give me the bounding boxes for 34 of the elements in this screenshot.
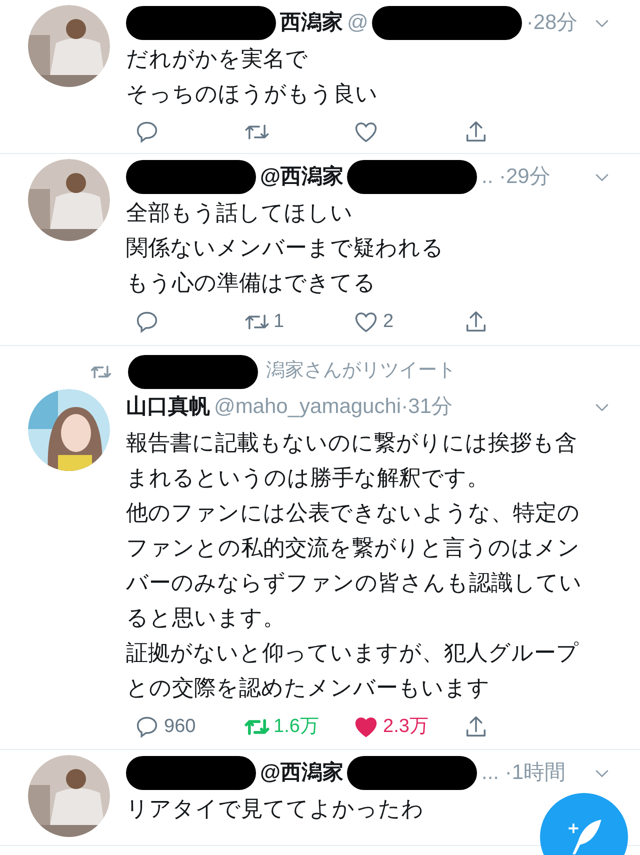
tweet-text: 報告書に記載もないのに繋がりには挨拶も含 (126, 428, 578, 456)
tweet-text: ファンとの私的交流を繋がりと言うのはメン (126, 534, 581, 562)
display-name[interactable]: 西潟家 (280, 7, 343, 39)
tweet-text: まれるというのは勝手な解釈です。 (126, 464, 490, 492)
handle-time: @maho_yamaguchi·31分 (214, 394, 452, 420)
reply-button[interactable] (134, 119, 160, 145)
tweet-text: リアタイで見ててよかったわ (126, 795, 425, 823)
handle-time: .. ·29分 (481, 164, 550, 190)
retweet-count: 1 (274, 310, 284, 334)
handle-time: @ (347, 10, 368, 36)
reply-icon (134, 119, 160, 145)
tweet-text: だれがかを実名で (126, 45, 309, 73)
tweet-text: 全部もう話してほしい (126, 199, 354, 227)
display-name[interactable]: 山口真帆 (126, 390, 210, 422)
reply-icon (134, 309, 160, 336)
reply-count: 960 (164, 714, 196, 738)
tweet-text: バーのみならずファンの皆さんも認識してい (126, 568, 583, 596)
handle-time: ·28分 (526, 10, 578, 36)
compose-button[interactable] (540, 793, 628, 855)
tweet-text: 他のファンには公表できないような、特定の (126, 498, 581, 526)
tweet-text: ると思います。 (126, 604, 286, 632)
reply-button[interactable] (134, 309, 160, 336)
handle-time: ... ·1時間 (481, 760, 566, 786)
display-name[interactable]: @西潟家 (260, 757, 344, 789)
tweet-text: もう心の準備はできてる (126, 269, 377, 297)
retweet-label: 潟家さんがリツイート (266, 359, 456, 384)
tweet-text: そっちのほうがもう良い (126, 80, 379, 108)
tweet-text: との交際を認めたメンバーもいます (126, 674, 491, 702)
tweet-text: 関係ないメンバーまで疑われる (126, 234, 445, 262)
retweet-count: 1.6万 (274, 714, 319, 738)
like-count: 2.3万 (383, 714, 428, 738)
tweet-text: 証拠がないと仰っていますが、犯人グループ (126, 638, 580, 666)
like-count: 2 (383, 310, 394, 334)
display-name[interactable]: @西潟家 (260, 161, 344, 193)
